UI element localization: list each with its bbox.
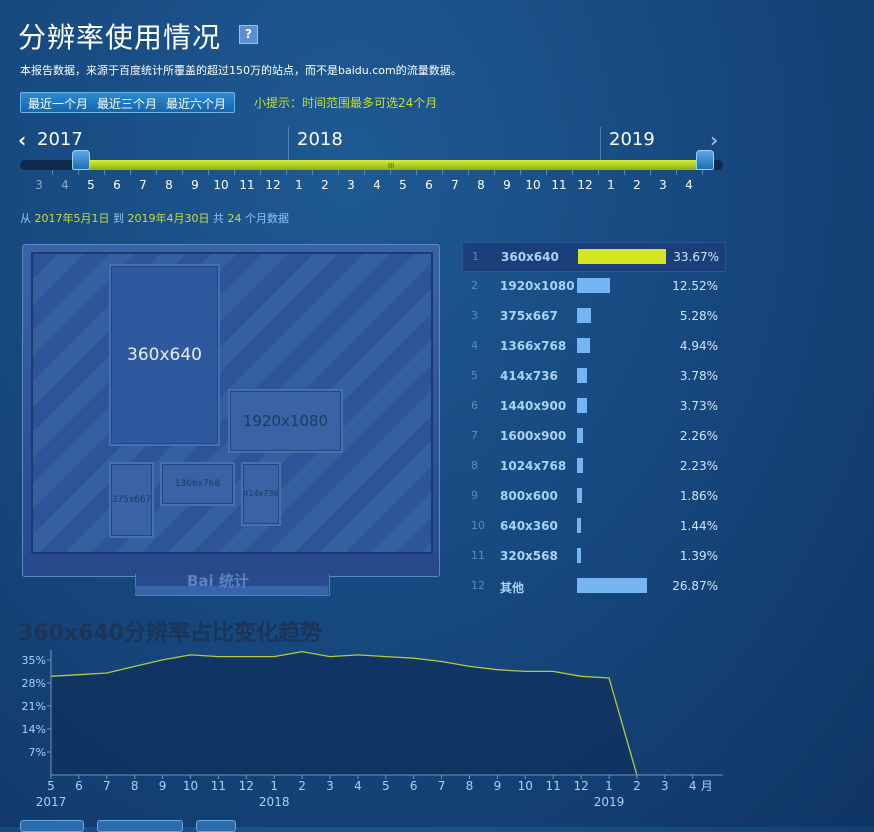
x-tick-label: 9 — [494, 779, 502, 793]
x-tick-label: 6 — [75, 779, 83, 793]
x-tick-label: 3 — [326, 779, 334, 793]
x-tick-label: 5 — [382, 779, 390, 793]
x-year-label: 2019 — [594, 795, 625, 809]
x-tick-label: 7 — [103, 779, 111, 793]
x-tick-label: 10 — [518, 779, 533, 793]
x-tick-label: 2 — [633, 779, 641, 793]
y-tick-label: 21% — [22, 700, 46, 713]
x-tick-label: 2 — [298, 779, 306, 793]
y-tick-label: 7% — [29, 746, 46, 759]
y-tick-label: 35% — [22, 654, 46, 667]
x-tick-label: 12 — [573, 779, 588, 793]
x-tick-label: 10 — [183, 779, 198, 793]
x-tick-label: 9 — [159, 779, 167, 793]
x-tick-label: 4 — [689, 779, 697, 793]
bottom-tab-button[interactable] — [196, 820, 236, 832]
bottom-tab-button[interactable] — [20, 820, 84, 832]
x-tick-label: 8 — [466, 779, 474, 793]
bottom-tab-button[interactable] — [97, 820, 183, 832]
x-tick-label: 5 — [47, 779, 55, 793]
x-year-label: 2017 — [36, 795, 67, 809]
x-year-label: 2018 — [259, 795, 290, 809]
x-tick-label: 11 — [211, 779, 226, 793]
x-unit-label: 月 — [701, 779, 713, 793]
x-tick-label: 4 — [354, 779, 362, 793]
y-tick-label: 28% — [22, 677, 46, 690]
x-tick-label: 11 — [546, 779, 561, 793]
x-tick-label: 1 — [605, 779, 613, 793]
x-tick-label: 7 — [438, 779, 446, 793]
x-tick-label: 12 — [239, 779, 254, 793]
x-tick-label: 1 — [270, 779, 278, 793]
trend-chart: 7%14%21%28%35%5 6 7 8 9 10 11 12 1 2 3 4 5 6 7 8 9 10 11 12… — [22, 650, 723, 809]
x-tick-label: 3 — [661, 779, 669, 793]
trend-area — [51, 651, 637, 775]
x-tick-label: 6 — [410, 779, 418, 793]
y-tick-label: 14% — [22, 723, 46, 736]
x-tick-label: 8 — [131, 779, 139, 793]
